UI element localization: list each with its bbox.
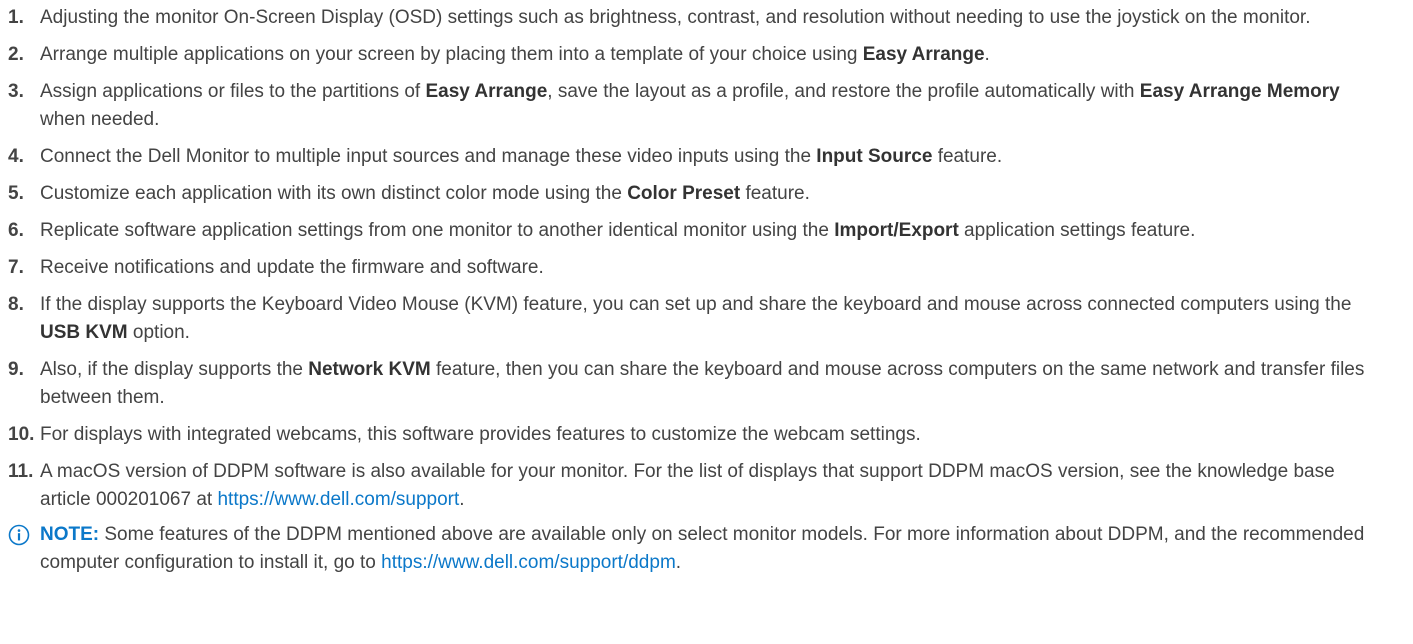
list-item: 11. A macOS version of DDPM software is a… <box>8 458 1393 514</box>
text-run: application settings feature. <box>958 220 1196 241</box>
note-label: NOTE: <box>40 524 100 545</box>
support-link[interactable]: https://www.dell.com/support/ddpm <box>381 552 676 573</box>
list-item-number: 4. <box>8 146 24 167</box>
list-item-text: Also, if the display supports the Networ… <box>40 356 1393 412</box>
text-run: Customize each application with its own … <box>40 183 628 204</box>
list-item-number: 10. <box>8 424 35 445</box>
text-run: when needed. <box>40 109 160 130</box>
feature-name: USB KVM <box>40 322 128 343</box>
text-run: Also, if the display supports the <box>40 359 309 380</box>
list-item-text: If the display supports the Keyboard Vid… <box>40 291 1393 347</box>
text-run: Receive notifications and update the fir… <box>40 257 544 278</box>
note-text: NOTE: Some features of the DDPM mentione… <box>40 521 1393 577</box>
text-run: For displays with integrated webcams, th… <box>40 424 921 445</box>
list-item-text: A macOS version of DDPM software is also… <box>40 458 1393 514</box>
feature-name: Easy Arrange <box>425 81 548 102</box>
feature-name: Input Source <box>816 146 933 167</box>
list-item-text: Replicate software application settings … <box>40 217 1393 245</box>
feature-list: 1. Adjusting the monitor On-Screen Displa… <box>8 4 1393 514</box>
text-run: option. <box>127 322 190 343</box>
list-item-text: Receive notifications and update the fir… <box>40 254 1393 282</box>
info-circle-icon <box>8 521 40 546</box>
list-item: 10. For displays with integrated webcams,… <box>8 421 1393 449</box>
text-run: Arrange multiple applications on your sc… <box>40 44 863 65</box>
support-link[interactable]: https://www.dell.com/support <box>217 489 459 510</box>
list-item: 1. Adjusting the monitor On-Screen Displa… <box>8 4 1393 32</box>
feature-name: Color Preset <box>627 183 741 204</box>
text-run: Some features of the DDPM mentioned abov… <box>40 524 1365 573</box>
list-item: 3. Assign applications or files to the pa… <box>8 78 1393 134</box>
list-item-number: 11. <box>8 461 34 482</box>
list-item-number: 3. <box>8 81 24 102</box>
text-run: If the display supports the Keyboard Vid… <box>40 294 1352 315</box>
list-item: 4. Connect the Dell Monitor to multiple i… <box>8 143 1393 171</box>
list-item-number: 9. <box>8 359 24 380</box>
list-item: 7. Receive notifications and update the f… <box>8 254 1393 282</box>
text-run: feature. <box>740 183 810 204</box>
text-run: Replicate software application settings … <box>40 220 835 241</box>
list-item-number: 7. <box>8 257 24 278</box>
list-item-text: Customize each application with its own … <box>40 180 1393 208</box>
note-block: NOTE: Some features of the DDPM mentione… <box>8 521 1393 577</box>
list-item: 9. Also, if the display supports the Netw… <box>8 356 1393 412</box>
feature-name: Easy Arrange Memory <box>1139 81 1340 102</box>
list-item: 2. Arrange multiple applications on your … <box>8 41 1393 69</box>
list-item-number: 1. <box>8 7 24 28</box>
list-item-text: Connect the Dell Monitor to multiple inp… <box>40 143 1393 171</box>
feature-name: Import/Export <box>834 220 959 241</box>
text-run: . <box>675 552 682 573</box>
document-body: 1. Adjusting the monitor On-Screen Displa… <box>0 0 1413 577</box>
text-run: Adjusting the monitor On-Screen Display … <box>40 7 1311 28</box>
list-item: 8. If the display supports the Keyboard V… <box>8 291 1393 347</box>
list-item-number: 8. <box>8 294 24 315</box>
list-item-number: 2. <box>8 44 24 65</box>
list-item-number: 5. <box>8 183 24 204</box>
list-item-number: 6. <box>8 220 24 241</box>
text-run: , save the layout as a profile, and rest… <box>547 81 1140 102</box>
feature-name: Easy Arrange <box>862 44 985 65</box>
list-item: 5. Customize each application with its ow… <box>8 180 1393 208</box>
list-item: 6. Replicate software application setting… <box>8 217 1393 245</box>
text-run: . <box>984 44 990 65</box>
text-run: Connect the Dell Monitor to multiple inp… <box>40 146 817 167</box>
feature-name: Network KVM <box>308 359 431 380</box>
text-run: feature. <box>932 146 1003 167</box>
list-item-text: Assign applications or files to the part… <box>40 78 1393 134</box>
text-run: . <box>459 489 465 510</box>
list-item-text: Arrange multiple applications on your sc… <box>40 41 1393 69</box>
list-item-text: Adjusting the monitor On-Screen Display … <box>40 4 1393 32</box>
text-run: Assign applications or files to the part… <box>40 81 426 102</box>
list-item-text: For displays with integrated webcams, th… <box>40 421 1393 449</box>
